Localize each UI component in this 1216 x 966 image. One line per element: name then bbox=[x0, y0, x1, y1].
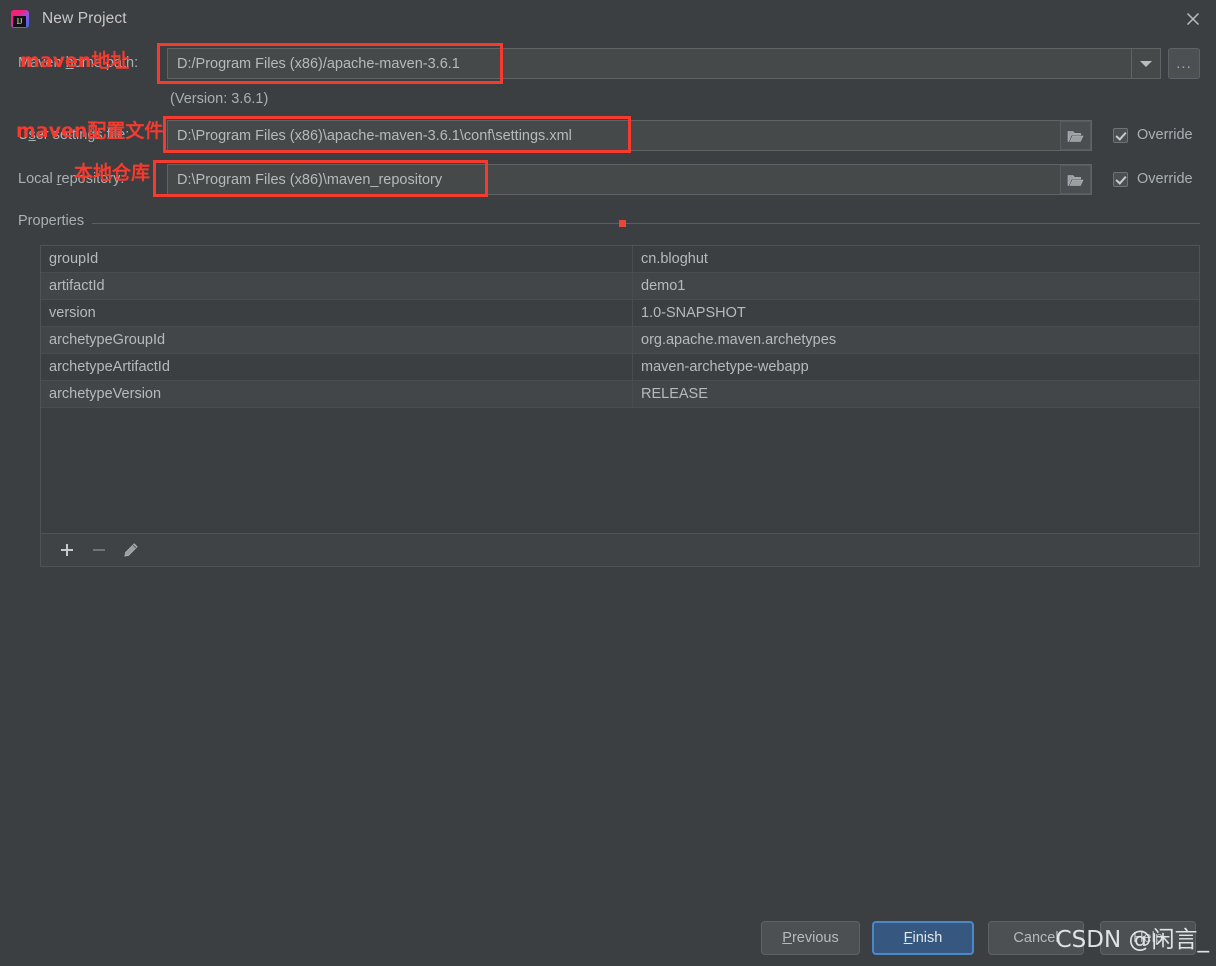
maven-version-note: (Version: 3.6.1) bbox=[170, 91, 269, 107]
property-key-cell[interactable]: artifactId bbox=[41, 272, 633, 300]
maven-home-path-label-text: Maven home path: bbox=[18, 55, 139, 71]
minus-icon bbox=[93, 549, 105, 551]
maven-home-path-dropdown[interactable] bbox=[1132, 48, 1161, 79]
table-row[interactable]: version 1.0-SNAPSHOT bbox=[41, 299, 1199, 327]
user-settings-file-value: D:\Program Files (x86)\apache-maven-3.6.… bbox=[177, 127, 572, 144]
pencil-icon bbox=[124, 543, 138, 557]
property-value-cell[interactable]: org.apache.maven.archetypes bbox=[632, 326, 1199, 354]
table-row[interactable]: artifactId demo1 bbox=[41, 272, 1199, 300]
finish-button-label: Finish bbox=[903, 930, 943, 946]
local-repository-value: D:\Program Files (x86)\maven_repository bbox=[177, 171, 443, 188]
ellipsis-icon: ... bbox=[1176, 55, 1192, 72]
property-key-cell[interactable]: groupId bbox=[41, 246, 633, 273]
new-project-dialog: New Project Maven home path: D:/Program … bbox=[0, 0, 1216, 966]
properties-separator bbox=[92, 223, 1200, 224]
property-key-cell[interactable]: archetypeVersion bbox=[41, 380, 633, 408]
close-icon[interactable] bbox=[1170, 0, 1216, 37]
user-settings-file-browse-button[interactable] bbox=[1060, 121, 1091, 150]
maven-home-path-value: D:/Program Files (x86)/apache-maven-3.6.… bbox=[177, 55, 460, 72]
property-value-cell[interactable]: maven-archetype-webapp bbox=[632, 353, 1199, 381]
separator-marker-dot bbox=[619, 220, 626, 227]
checkbox-checked-icon bbox=[1113, 127, 1128, 143]
properties-table-container: groupId cn.bloghut artifactId demo1 version 1… bbox=[40, 245, 1200, 567]
local-repository-override-label: Override bbox=[1137, 171, 1193, 187]
property-value-cell[interactable]: 1.0-SNAPSHOT bbox=[632, 299, 1199, 327]
previous-button-label: Previous bbox=[782, 930, 839, 946]
local-repository-label-text: Local repository: bbox=[18, 171, 125, 187]
folder-icon bbox=[1067, 130, 1084, 142]
help-button-label: Help bbox=[1133, 930, 1163, 946]
property-value-cell[interactable]: demo1 bbox=[632, 272, 1199, 300]
previous-button[interactable]: Previous bbox=[761, 921, 860, 955]
table-row[interactable]: archetypeVersion RELEASE bbox=[41, 380, 1199, 408]
user-settings-file-input[interactable]: D:\Program Files (x86)\apache-maven-3.6.… bbox=[167, 120, 1092, 151]
folder-icon bbox=[1067, 174, 1084, 186]
checkbox-checked-icon bbox=[1113, 171, 1128, 187]
finish-button[interactable]: Finish bbox=[872, 921, 974, 955]
add-property-button[interactable] bbox=[51, 537, 83, 563]
cancel-button-label: Cancel bbox=[1013, 930, 1059, 946]
local-repository-input[interactable]: D:\Program Files (x86)\maven_repository bbox=[167, 164, 1092, 195]
property-key-cell[interactable]: archetypeArtifactId bbox=[41, 353, 633, 381]
user-settings-file-label-text: User settings file: bbox=[18, 127, 130, 143]
property-key-cell[interactable]: archetypeGroupId bbox=[41, 326, 633, 354]
properties-table-toolbar bbox=[41, 533, 1199, 566]
titlebar: New Project bbox=[0, 0, 1216, 37]
table-empty-area bbox=[41, 407, 1199, 535]
remove-property-button[interactable] bbox=[83, 537, 115, 563]
properties-section-label: Properties bbox=[18, 213, 85, 229]
property-value-cell[interactable]: cn.bloghut bbox=[632, 246, 1199, 273]
user-settings-override-label: Override bbox=[1137, 127, 1193, 143]
user-settings-file-label: User settings file: bbox=[18, 127, 129, 143]
table-row[interactable]: groupId cn.bloghut bbox=[41, 246, 1199, 273]
window-title: New Project bbox=[42, 9, 127, 27]
user-settings-override-checkbox[interactable]: Override bbox=[1113, 127, 1193, 143]
chevron-down-icon bbox=[1140, 60, 1152, 67]
local-repository-browse-button[interactable] bbox=[1060, 165, 1091, 194]
properties-table: groupId cn.bloghut artifactId demo1 version 1… bbox=[41, 246, 1199, 535]
cancel-button[interactable]: Cancel bbox=[988, 921, 1084, 955]
edit-property-button[interactable] bbox=[115, 537, 147, 563]
maven-home-path-label: Maven home path: bbox=[18, 55, 138, 71]
help-button[interactable]: Help bbox=[1100, 921, 1196, 955]
intellij-idea-logo-icon bbox=[11, 9, 29, 28]
table-row[interactable]: archetypeArtifactId maven-archetype-webap… bbox=[41, 353, 1199, 381]
table-row[interactable]: archetypeGroupId org.apache.maven.archety… bbox=[41, 326, 1199, 354]
local-repository-label: Local repository: bbox=[18, 171, 124, 187]
local-repository-override-checkbox[interactable]: Override bbox=[1113, 171, 1193, 187]
property-value-cell[interactable]: RELEASE bbox=[632, 380, 1199, 408]
property-key-cell[interactable]: version bbox=[41, 299, 633, 327]
plus-icon bbox=[61, 544, 73, 556]
maven-home-path-input[interactable]: D:/Program Files (x86)/apache-maven-3.6.… bbox=[167, 48, 1132, 79]
maven-home-path-browse-button[interactable]: ... bbox=[1168, 48, 1200, 79]
